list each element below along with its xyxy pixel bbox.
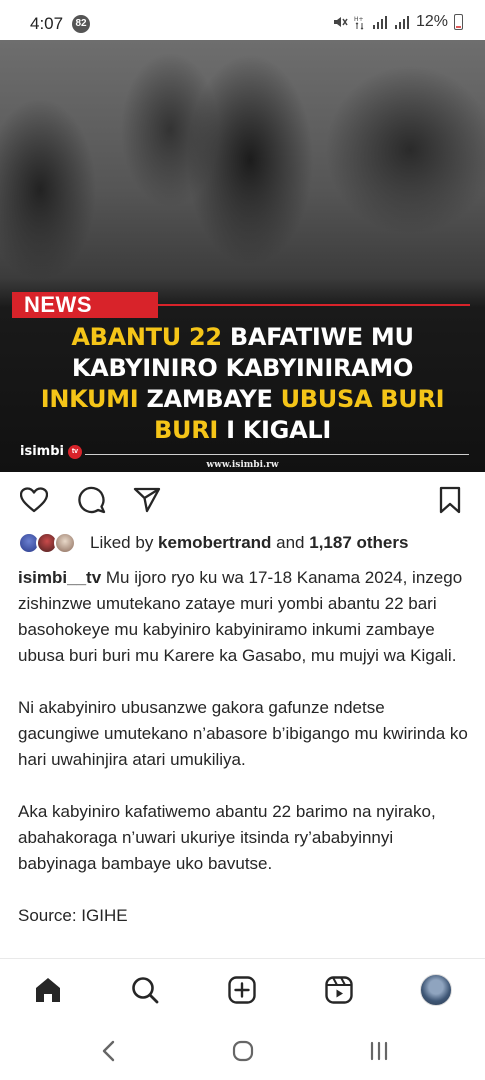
caption-paragraph-2: Ni akabyiniro ubusanzwe gakora gafunze n… <box>18 698 468 769</box>
likes-text: Liked by kemobertrand and 1,187 others <box>90 533 408 553</box>
image-headline: ABANTU 22 BAFATIWE MU KABYINIRO KABYINIR… <box>0 322 485 446</box>
nav-home[interactable] <box>31 973 65 1007</box>
likes-prefix: Liked by <box>90 533 159 552</box>
tag-divider <box>158 304 470 306</box>
nav-reels[interactable] <box>322 973 356 1007</box>
news-tag: NEWS <box>12 292 158 318</box>
headline-text: KABYINIRO KABYINIRAMO <box>71 354 414 382</box>
post-caption: isimbi__tv Mu ijoro ryo ku wa 17-18 Kana… <box>18 565 468 955</box>
notification-count-badge: 82 <box>72 15 90 33</box>
home-circle-icon <box>232 1040 254 1062</box>
recents-icon <box>370 1041 388 1061</box>
headline-highlight: INKUMI <box>40 385 139 413</box>
liker-username[interactable]: kemobertrand <box>158 533 271 552</box>
brand-logo: isimbi tv <box>20 444 82 459</box>
caption-paragraph-3: Aka kabyiniro kafatiwemo abantu 22 barim… <box>18 802 436 873</box>
mute-icon <box>332 14 348 30</box>
comment-icon <box>78 486 106 514</box>
battery-icon <box>454 14 463 30</box>
likes-count[interactable]: 1,187 others <box>309 533 408 552</box>
headline-text: ZAMBAYE <box>138 385 281 413</box>
system-navigation <box>0 1020 485 1080</box>
headline-text: BAFATIWE MU <box>221 323 414 351</box>
post-image[interactable]: NEWS ABANTU 22 BAFATIWE MU KABYINIRO KAB… <box>0 40 485 472</box>
reels-icon <box>325 976 353 1004</box>
home-icon <box>36 978 60 1002</box>
likes-middle: and <box>271 533 310 552</box>
heart-icon <box>20 487 48 513</box>
battery-percent: 12% <box>415 13 448 30</box>
send-icon <box>133 487 161 513</box>
back-button[interactable] <box>96 1038 122 1064</box>
profile-avatar <box>420 974 452 1006</box>
nav-profile[interactable] <box>419 973 453 1007</box>
brand-name: isimbi <box>20 444 64 459</box>
bottom-navigation <box>0 958 485 1020</box>
data-icon: H+ <box>354 14 366 30</box>
bookmark-icon <box>439 486 461 514</box>
add-post-icon <box>228 976 256 1004</box>
nav-search[interactable] <box>128 973 162 1007</box>
share-button[interactable] <box>131 484 163 516</box>
likes-row[interactable]: Liked by kemobertrand and 1,187 others <box>18 531 408 555</box>
brand-divider <box>85 454 469 455</box>
back-icon <box>102 1040 115 1062</box>
recents-button[interactable] <box>366 1038 392 1064</box>
headline-highlight: ABANTU 22 <box>71 323 222 351</box>
post-actions <box>0 482 485 518</box>
caption-username[interactable]: isimbi__tv <box>18 568 101 587</box>
home-button[interactable] <box>230 1038 256 1064</box>
avatar <box>54 532 76 554</box>
status-time: 4:07 <box>30 14 64 33</box>
site-url: www.isimbi.rw <box>206 460 279 470</box>
search-icon <box>132 977 159 1004</box>
nav-create[interactable] <box>225 973 259 1007</box>
caption-source: Source: IGIHE <box>18 906 128 925</box>
comment-button[interactable] <box>76 484 108 516</box>
photo-background <box>0 40 485 290</box>
svg-text:H+: H+ <box>354 16 364 23</box>
like-button[interactable] <box>18 484 50 516</box>
status-icons: H+ 12% <box>332 13 463 31</box>
headline-highlight: BURI <box>154 416 219 444</box>
save-button[interactable] <box>434 484 466 516</box>
signal-icon <box>372 15 388 29</box>
brand-badge: tv <box>67 444 82 459</box>
liker-avatars <box>18 531 80 555</box>
signal-icon-2 <box>394 15 410 29</box>
status-bar: 4:07 82 H+ 12% <box>0 0 485 40</box>
headline-highlight: UBUSA BURI <box>280 385 445 413</box>
headline-text: I KIGALI <box>218 416 331 444</box>
